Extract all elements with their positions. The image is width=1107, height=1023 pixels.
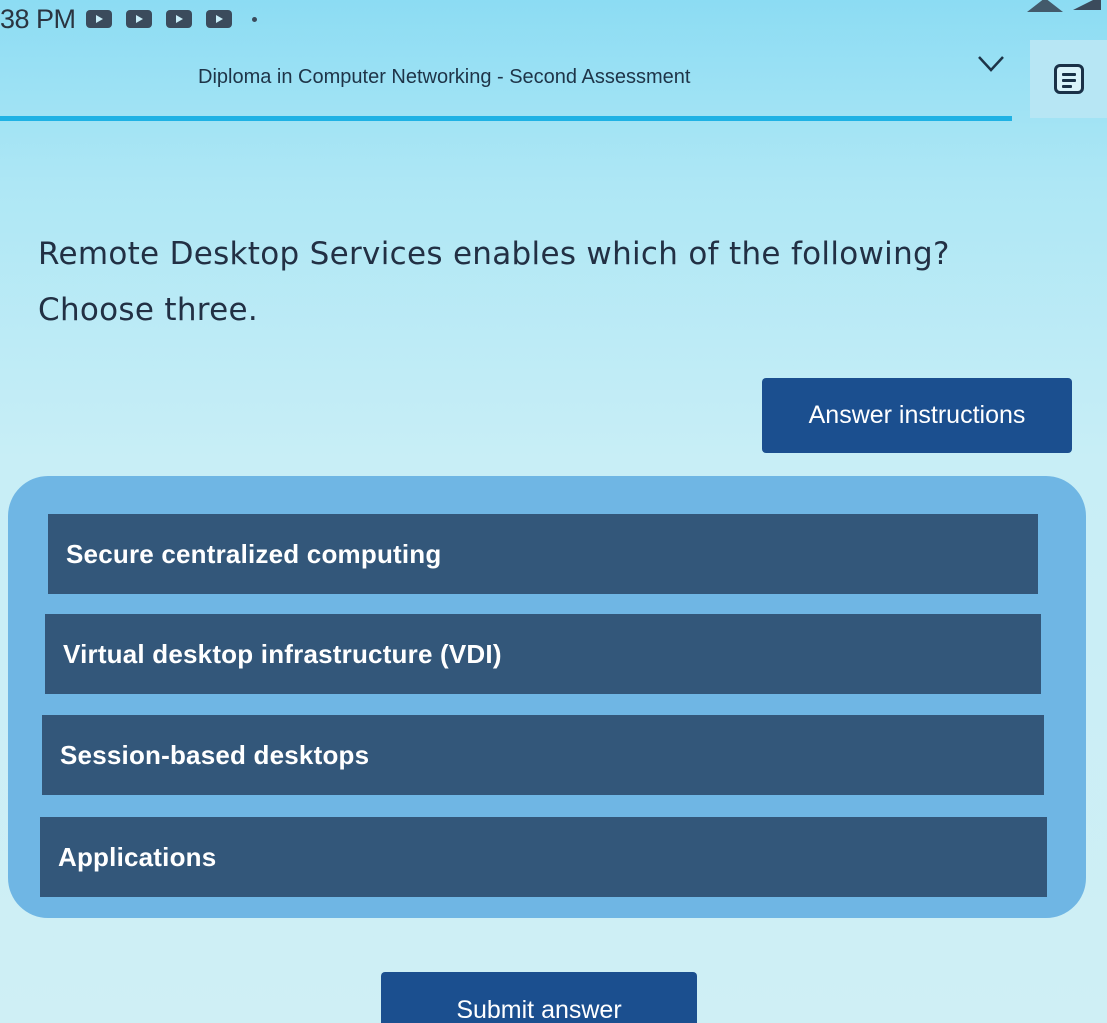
- system-icons: [1027, 0, 1101, 12]
- question-text: Remote Desktop Services enables which of…: [38, 226, 1088, 338]
- wifi-icon: [1027, 0, 1063, 12]
- assessment-header: Diploma in Computer Networking - Second …: [0, 40, 1030, 120]
- status-bar: 38 PM: [0, 0, 1107, 36]
- answer-option[interactable]: Secure centralized computing: [48, 514, 1038, 594]
- answer-option[interactable]: Applications: [40, 817, 1047, 897]
- notes-button[interactable]: [1030, 40, 1107, 118]
- play-notification-icon: [126, 10, 152, 28]
- question-prompt: Remote Desktop Services enables which of…: [38, 236, 950, 272]
- notes-icon: [1053, 64, 1084, 94]
- answer-instructions-button[interactable]: Answer instructions: [762, 378, 1072, 453]
- status-time: 38 PM: [0, 4, 76, 34]
- play-notification-icon: [86, 10, 112, 28]
- header-progress-underline: [0, 116, 1012, 121]
- answer-option[interactable]: Virtual desktop infrastructure (VDI): [45, 614, 1041, 694]
- answer-option[interactable]: Session-based desktops: [42, 715, 1044, 795]
- play-notification-icon: [166, 10, 192, 28]
- question-instruction: Choose three.: [38, 292, 259, 328]
- play-notification-icon: [206, 10, 232, 28]
- signal-icon: [1073, 0, 1101, 10]
- submit-answer-button[interactable]: Submit answer: [381, 972, 697, 1023]
- assessment-title: Diploma in Computer Networking - Second …: [198, 66, 691, 88]
- notification-icons: [86, 10, 257, 28]
- chevron-down-icon[interactable]: [978, 56, 1004, 72]
- more-notifications-dot-icon: [252, 16, 257, 22]
